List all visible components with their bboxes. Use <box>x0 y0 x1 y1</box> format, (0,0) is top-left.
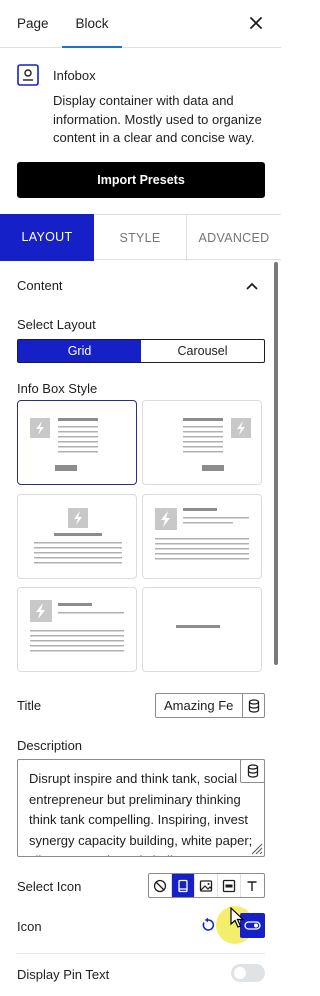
icon-type-image[interactable] <box>195 874 218 897</box>
text-icon <box>247 880 257 891</box>
database-icon <box>248 698 259 713</box>
title-field <box>155 693 265 718</box>
scrollbar[interactable] <box>274 262 278 665</box>
description-dynamic-button[interactable] <box>240 759 265 783</box>
info-box-style-option-4[interactable] <box>142 494 262 579</box>
image-icon <box>199 879 213 892</box>
content-section-title[interactable]: Content <box>17 278 63 293</box>
tab-layout[interactable]: LAYOUT <box>0 214 94 261</box>
description-textarea[interactable]: Disrupt inspire and think tank, social e… <box>17 759 265 857</box>
icon-type-icon[interactable] <box>172 874 195 897</box>
icon-type-none[interactable] <box>149 874 172 897</box>
mouse-cursor-icon <box>230 906 246 929</box>
sidebar-header-tabs: Page Block <box>0 0 281 48</box>
icon-library-icon <box>178 879 188 892</box>
icon-label: Icon <box>17 919 42 934</box>
chevron-up-icon[interactable] <box>245 279 259 290</box>
info-box-style-option-6[interactable] <box>142 587 262 672</box>
icon-type-svg[interactable] <box>218 874 241 897</box>
description-label: Description <box>17 738 83 753</box>
dynamic-content-button[interactable] <box>242 694 264 717</box>
select-icon-label: Select Icon <box>17 879 82 894</box>
tab-style[interactable]: STYLE <box>94 215 187 261</box>
display-pin-text-toggle[interactable] <box>231 964 265 982</box>
divider <box>17 953 265 954</box>
select-layout-label: Select Layout <box>17 317 96 332</box>
database-icon <box>247 764 258 778</box>
resize-handle-icon[interactable] <box>249 841 263 855</box>
icon-type-toggle-group <box>148 873 265 898</box>
tab-advanced[interactable]: ADVANCED <box>187 215 281 261</box>
close-icon[interactable] <box>245 12 267 34</box>
info-box-style-option-3[interactable] <box>17 494 137 579</box>
svg-icon <box>222 879 236 892</box>
display-pin-text-label: Display Pin Text <box>17 967 110 982</box>
info-box-style-option-5[interactable] <box>17 587 137 672</box>
title-label: Title <box>17 698 42 713</box>
title-input[interactable] <box>156 694 242 717</box>
tab-block[interactable]: Block <box>62 0 122 48</box>
info-box-style-option-1[interactable] <box>17 400 137 485</box>
infobox-block-icon <box>17 64 39 86</box>
layout-option-grid[interactable]: Grid <box>18 340 141 362</box>
reset-icon[interactable] <box>200 917 216 933</box>
layout-toggle-group: Grid Carousel <box>17 339 265 363</box>
block-description: Display container with data and informat… <box>53 93 262 145</box>
info-box-style-label: Info Box Style <box>17 381 98 396</box>
layout-option-carousel[interactable]: Carousel <box>141 340 264 362</box>
info-box-style-option-2[interactable] <box>142 400 262 485</box>
import-presets-button[interactable]: Import Presets <box>17 162 265 198</box>
description-text: Disrupt inspire and think tank, social e… <box>29 771 253 856</box>
panel-tabs: LAYOUT STYLE ADVANCED <box>0 214 281 261</box>
block-name: Infobox <box>53 68 96 83</box>
tab-page[interactable]: Page <box>17 0 49 47</box>
icon-type-text[interactable] <box>241 874 264 897</box>
none-icon <box>153 879 167 892</box>
